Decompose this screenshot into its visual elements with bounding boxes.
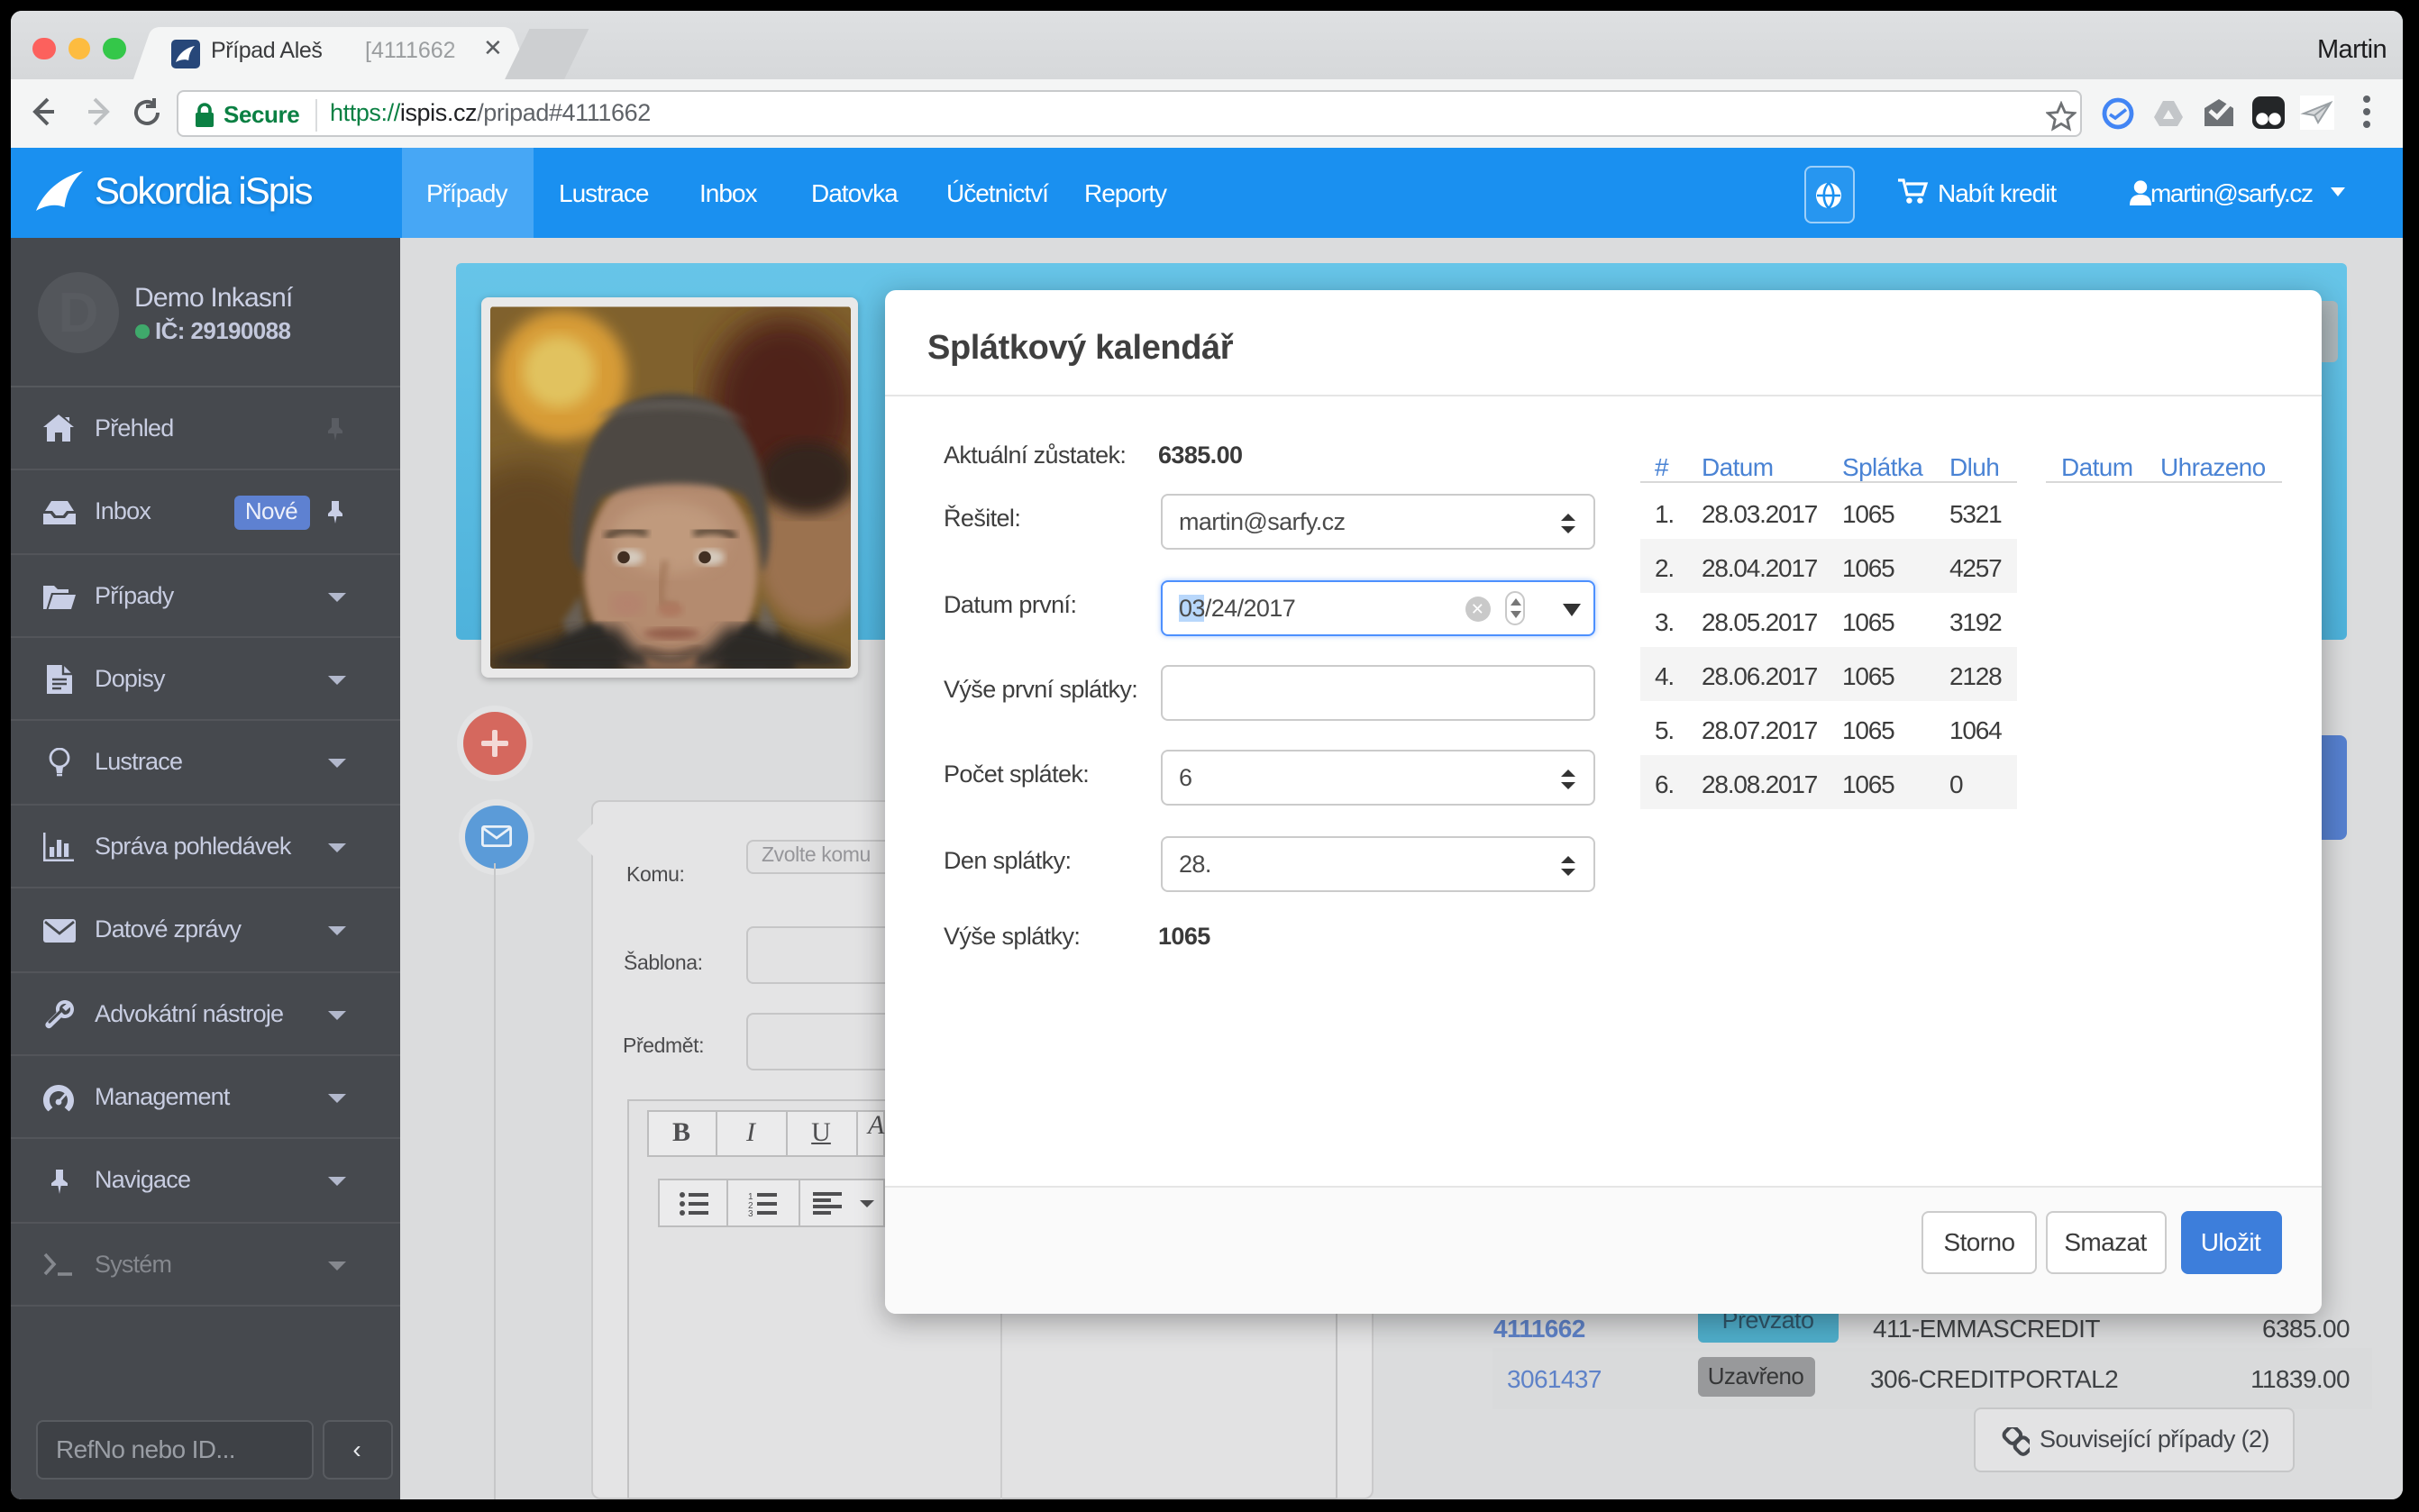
svg-text:3: 3 bbox=[748, 1208, 753, 1216]
